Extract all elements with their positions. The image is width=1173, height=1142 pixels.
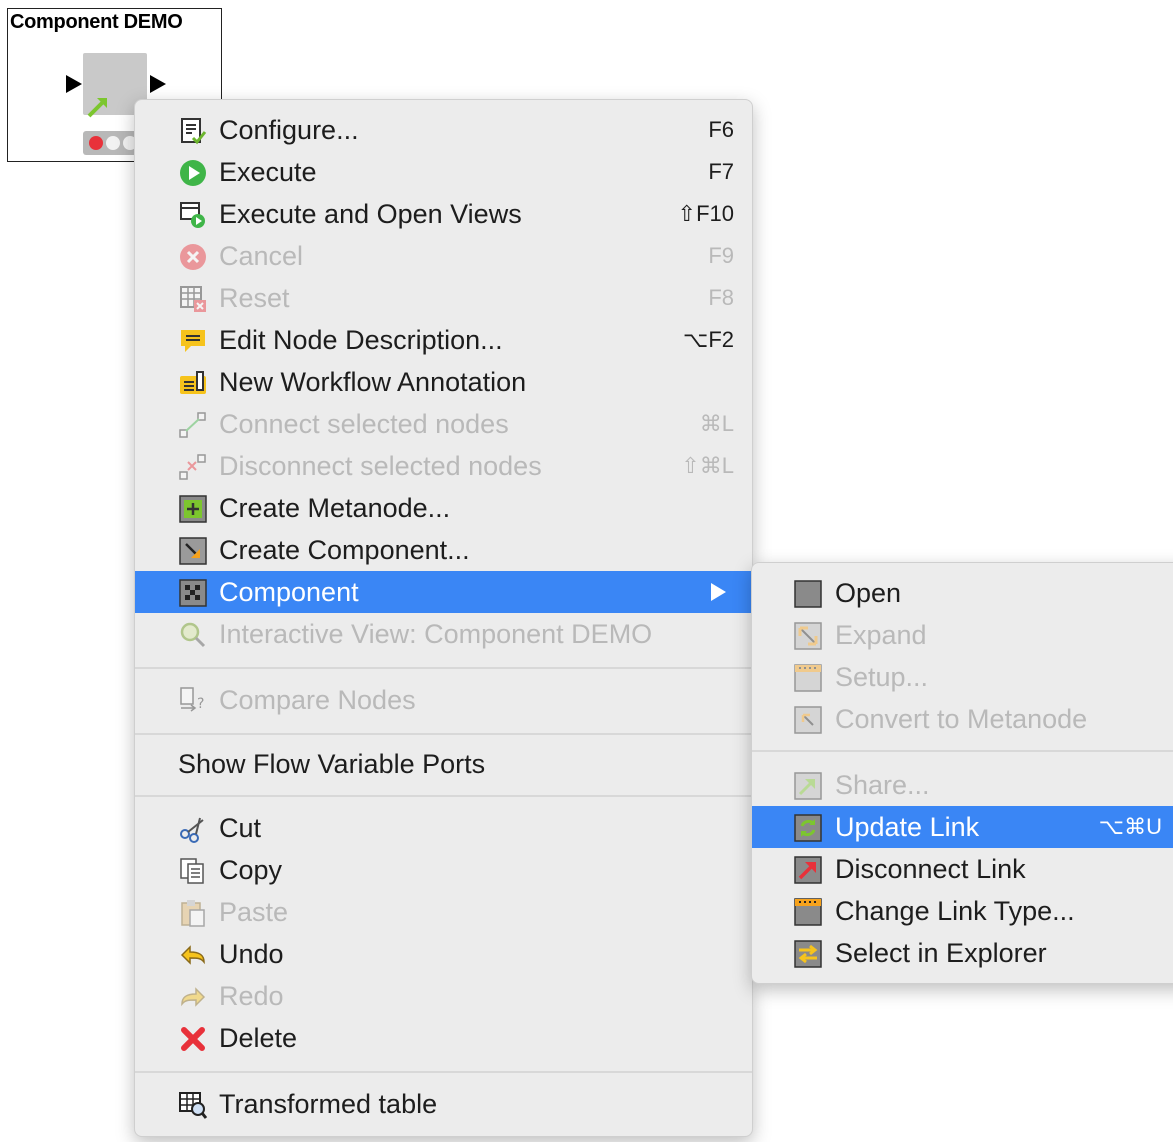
node-context-menu: Configure... F6 Execute F7 Execute and O… xyxy=(134,99,753,1137)
input-port[interactable] xyxy=(66,75,82,93)
menu-item-delete[interactable]: Delete xyxy=(135,1017,752,1059)
status-dot-yellow xyxy=(106,136,120,150)
open-icon xyxy=(792,578,824,610)
update-link-icon xyxy=(792,812,824,844)
select-explorer-icon xyxy=(792,938,824,970)
menu-item-copy[interactable]: Copy xyxy=(135,849,752,891)
cancel-icon xyxy=(177,241,209,273)
submenu-item-change-link-type[interactable]: Change Link Type... xyxy=(752,890,1173,932)
menu-item-cut[interactable]: Cut xyxy=(135,807,752,849)
menu-item-reset[interactable]: Reset F8 xyxy=(135,277,752,319)
menu-item-interactive-view[interactable]: Interactive View: Component DEMO xyxy=(135,613,752,655)
share-icon xyxy=(792,770,824,802)
execute-open-views-icon xyxy=(177,199,209,231)
menu-item-execute[interactable]: Execute F7 xyxy=(135,151,752,193)
expand-icon xyxy=(792,620,824,652)
menu-separator xyxy=(135,733,752,735)
change-link-type-icon xyxy=(792,896,824,928)
submenu-arrow-icon xyxy=(711,583,726,601)
submenu-item-expand[interactable]: Expand xyxy=(752,614,1173,656)
copy-icon xyxy=(177,855,209,887)
redo-icon xyxy=(177,981,209,1013)
menu-item-paste[interactable]: Paste xyxy=(135,891,752,933)
disconnect-nodes-icon xyxy=(177,451,209,483)
submenu-item-update-link[interactable]: Update Link ⌥⌘U xyxy=(752,806,1173,848)
menu-item-undo[interactable]: Undo xyxy=(135,933,752,975)
menu-item-disconnect-selected-nodes[interactable]: Disconnect selected nodes ⇧⌘L xyxy=(135,445,752,487)
menu-item-connect-selected-nodes[interactable]: Connect selected nodes ⌘L xyxy=(135,403,752,445)
menu-separator xyxy=(135,667,752,669)
create-metanode-icon xyxy=(177,493,209,525)
menu-item-cancel[interactable]: Cancel F9 xyxy=(135,235,752,277)
submenu-item-disconnect-link[interactable]: Disconnect Link xyxy=(752,848,1173,890)
submenu-item-select-in-explorer[interactable]: Select in Explorer xyxy=(752,932,1173,974)
submenu-item-open[interactable]: Open xyxy=(752,572,1173,614)
svg-text:?: ? xyxy=(197,696,204,712)
disconnect-link-icon xyxy=(792,854,824,886)
table-view-icon xyxy=(177,1089,209,1121)
menu-item-component[interactable]: Component xyxy=(135,571,752,613)
component-icon xyxy=(177,577,209,609)
menu-separator xyxy=(135,1071,752,1073)
scissors-icon xyxy=(177,813,209,845)
menu-separator xyxy=(135,795,752,797)
annotation-icon xyxy=(177,367,209,399)
edit-description-icon xyxy=(177,325,209,357)
menu-item-new-workflow-annotation[interactable]: New Workflow Annotation xyxy=(135,361,752,403)
menu-item-create-component[interactable]: Create Component... xyxy=(135,529,752,571)
submenu-separator xyxy=(752,750,1173,752)
configure-icon xyxy=(177,115,209,147)
menu-item-edit-node-description[interactable]: Edit Node Description... ⌥F2 xyxy=(135,319,752,361)
delete-icon xyxy=(177,1023,209,1055)
component-submenu: Open Expand Setup... Convert to Metanode… xyxy=(751,562,1173,984)
create-component-icon xyxy=(177,535,209,567)
submenu-item-convert-to-metanode[interactable]: Convert to Metanode xyxy=(752,698,1173,740)
output-port[interactable] xyxy=(150,75,166,93)
compare-nodes-icon: ? xyxy=(177,685,209,717)
paste-icon xyxy=(177,897,209,929)
reset-icon xyxy=(177,283,209,315)
menu-item-transformed-table[interactable]: Transformed table xyxy=(135,1083,752,1125)
magnifier-icon xyxy=(177,619,209,651)
menu-item-compare-nodes[interactable]: ? Compare Nodes xyxy=(135,679,752,721)
setup-icon xyxy=(792,662,824,694)
submenu-item-setup[interactable]: Setup... xyxy=(752,656,1173,698)
menu-item-configure[interactable]: Configure... F6 xyxy=(135,109,752,151)
connect-nodes-icon xyxy=(177,409,209,441)
submenu-item-share[interactable]: Share... xyxy=(752,764,1173,806)
link-arrow-icon xyxy=(87,98,107,118)
node-title: Component DEMO xyxy=(10,11,183,33)
convert-icon xyxy=(792,704,824,736)
status-dot-red xyxy=(89,136,103,150)
execute-icon xyxy=(177,157,209,189)
menu-item-show-flow-variable-ports[interactable]: Show Flow Variable Ports xyxy=(135,743,752,785)
menu-item-redo[interactable]: Redo xyxy=(135,975,752,1017)
menu-item-execute-open-views[interactable]: Execute and Open Views ⇧F10 xyxy=(135,193,752,235)
menu-item-create-metanode[interactable]: Create Metanode... xyxy=(135,487,752,529)
undo-icon xyxy=(177,939,209,971)
